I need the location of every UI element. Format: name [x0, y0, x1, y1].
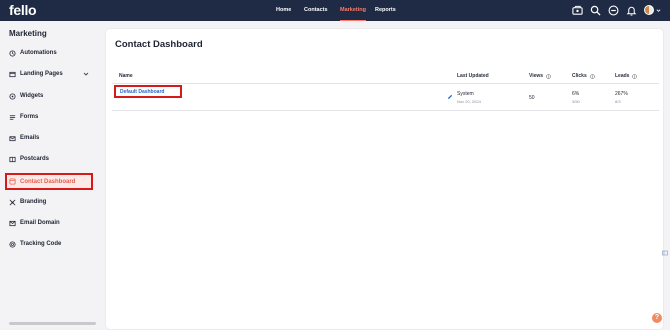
clicks-value: 6% — [572, 91, 580, 97]
domain-icon — [9, 220, 16, 227]
top-navigation-bar: fello Home Contacts Marketing Reports — [0, 0, 670, 21]
last-updated-date: Nov 20, 2024 — [457, 99, 481, 104]
leads-value: 267% — [615, 91, 628, 97]
sidebar-item-automations[interactable]: Automations — [9, 46, 93, 60]
column-header-clicks: Clicks — [572, 73, 595, 79]
sidebar-item-label: Emails — [20, 135, 40, 141]
dashboard-name-link[interactable]: Default Dashboard — [114, 85, 182, 98]
sidebar-item-postcards[interactable]: Postcards — [9, 152, 93, 166]
sidebar: Marketing Automations Landing Pages Widg… — [0, 21, 100, 330]
sidebar-scrollbar[interactable] — [9, 322, 96, 325]
info-icon[interactable] — [546, 73, 551, 79]
dashboard-icon — [9, 178, 16, 185]
views-value: 50 — [529, 95, 535, 101]
sidebar-item-label: Tracking Code — [20, 241, 62, 247]
minus-circle-icon[interactable] — [608, 5, 619, 16]
email-icon — [9, 135, 16, 142]
fello-logo[interactable]: fello — [9, 2, 37, 18]
sidebar-item-label: Email Domain — [20, 220, 60, 226]
sidebar-item-branding[interactable]: Branding — [9, 195, 93, 209]
nav-contacts[interactable]: Contacts — [304, 0, 328, 21]
credits-icon[interactable] — [572, 5, 583, 16]
sidebar-item-label: Branding — [20, 199, 47, 205]
postcard-icon — [9, 156, 16, 163]
help-button[interactable]: ? — [652, 313, 662, 323]
sidebar-item-label: Widgets — [20, 93, 44, 99]
sidebar-item-label: Contact Dashboard — [20, 178, 76, 185]
side-panel-handle-icon[interactable] — [662, 250, 668, 256]
sidebar-item-tracking-code[interactable]: Tracking Code — [9, 237, 93, 251]
leads-ratio: 8/3 — [615, 99, 621, 104]
last-updated-by: System — [457, 91, 474, 97]
clicks-ratio: 3/50 — [572, 99, 580, 104]
chevron-down-icon[interactable] — [83, 71, 89, 77]
column-header-views: Views — [529, 73, 551, 79]
automation-icon — [9, 49, 16, 57]
form-icon — [9, 114, 16, 121]
sidebar-item-widgets[interactable]: Widgets — [9, 89, 93, 103]
nav-marketing[interactable]: Marketing — [340, 0, 366, 21]
edit-icon[interactable] — [447, 94, 453, 100]
table-row[interactable]: System Nov 20, 2024 50 6% 3/50 267% 8/3 — [112, 85, 659, 111]
sidebar-item-landing-pages[interactable]: Landing Pages — [9, 67, 93, 81]
nav-home[interactable]: Home — [276, 0, 291, 21]
tracking-icon — [9, 240, 16, 248]
avatar[interactable] — [644, 5, 654, 15]
widget-icon — [9, 92, 16, 100]
sidebar-item-contact-dashboard[interactable]: Contact Dashboard — [5, 173, 93, 190]
main-card: Contact Dashboard Name Last Updated View… — [105, 28, 664, 330]
info-icon[interactable] — [632, 73, 638, 79]
nav-reports[interactable]: Reports — [375, 0, 396, 21]
sidebar-item-label: Forms — [20, 114, 39, 120]
sidebar-item-email-domain[interactable]: Email Domain — [9, 216, 93, 230]
page-title: Contact Dashboard — [115, 39, 203, 50]
column-header-last-updated: Last Updated — [457, 73, 489, 79]
branding-icon — [9, 199, 16, 206]
sidebar-item-label: Postcards — [20, 156, 50, 162]
sidebar-item-forms[interactable]: Forms — [9, 110, 93, 124]
bell-icon[interactable] — [626, 5, 637, 16]
chevron-down-icon[interactable] — [656, 8, 661, 13]
sidebar-item-label: Automations — [20, 50, 57, 56]
column-header-leads: Leads — [615, 73, 638, 79]
sidebar-item-emails[interactable]: Emails — [9, 131, 93, 145]
info-icon[interactable] — [589, 73, 595, 79]
sidebar-title: Marketing — [9, 29, 47, 38]
search-icon[interactable] — [590, 5, 601, 16]
sidebar-item-label: Landing Pages — [20, 71, 63, 77]
landing-page-icon — [9, 71, 16, 78]
column-header-name: Name — [119, 73, 133, 79]
table-header: Name Last Updated Views Clicks Leads — [112, 70, 659, 84]
